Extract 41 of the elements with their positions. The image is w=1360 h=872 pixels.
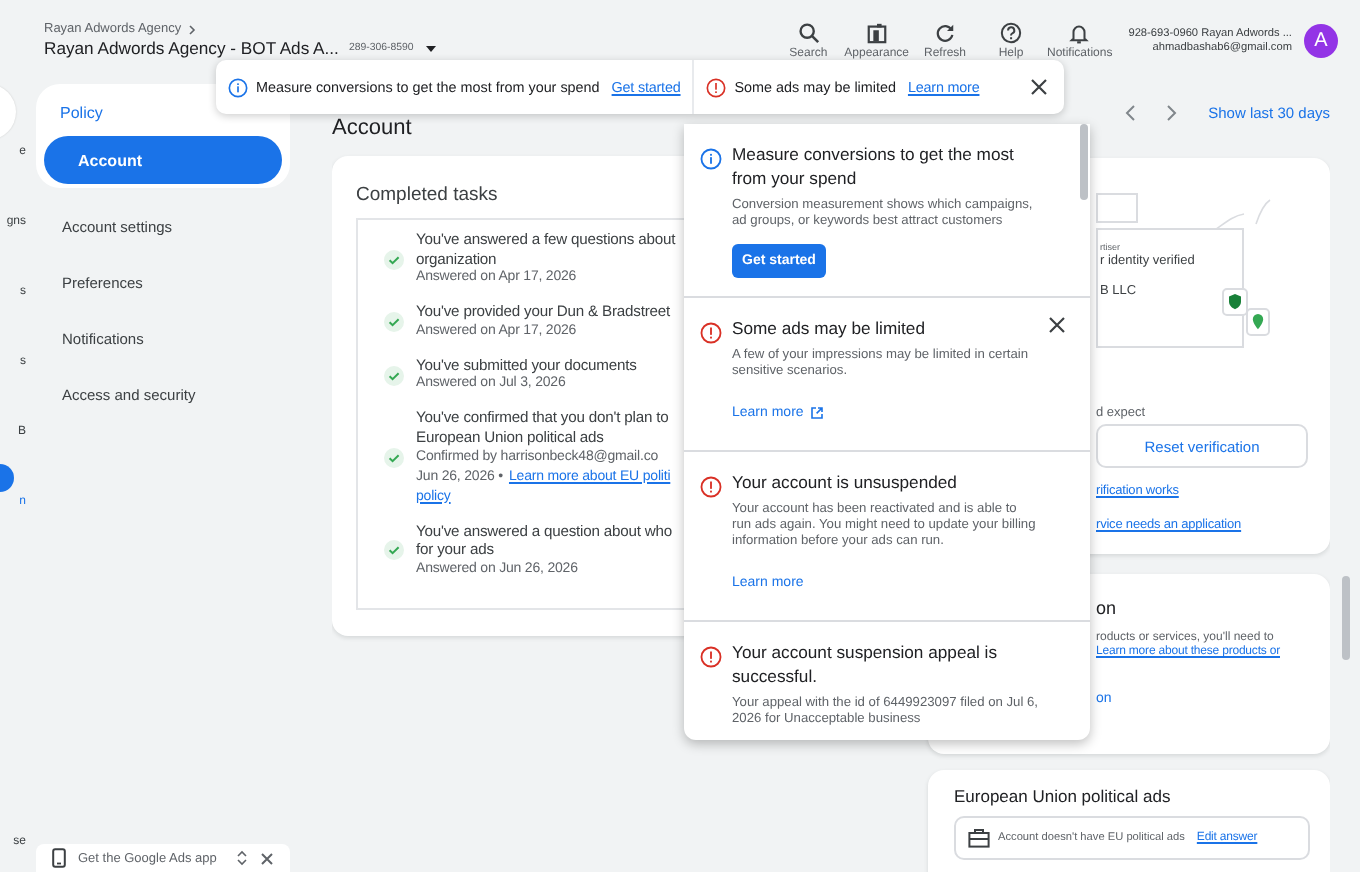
notification-title: Some ads may be limited (732, 315, 927, 340)
close-icon[interactable] (260, 851, 274, 865)
section-heading: Policy (60, 103, 103, 121)
notification-title: Your account suspension appeal is successful. (732, 639, 1000, 688)
card-title: European Union political ads (954, 786, 1173, 806)
refresh-icon (934, 21, 957, 43)
check-icon (384, 311, 404, 332)
notification-title: Your account is unsuspended (732, 469, 959, 494)
notification-title: Measure conversions to get the most from your spend (732, 142, 1016, 190)
avatar-button[interactable]: A (1304, 23, 1338, 57)
check-icon (384, 540, 404, 561)
card-title: Completed tasks (356, 184, 500, 206)
warning-icon (700, 321, 722, 344)
info-icon (700, 148, 722, 170)
page-title: Account (332, 116, 412, 142)
dropdown-icon[interactable] (423, 43, 438, 53)
close-icon[interactable] (1030, 78, 1048, 96)
help-icon (1000, 21, 1023, 43)
warning-icon (700, 645, 722, 668)
warning-icon (700, 475, 722, 498)
phone-icon (52, 848, 66, 868)
scrollbar[interactable] (1080, 124, 1088, 200)
account-name[interactable]: Rayan Adwords Agency - BOT Ads A... (44, 38, 339, 58)
scrollbar[interactable] (1341, 576, 1349, 660)
chevron-right-icon (185, 23, 198, 35)
check-icon (384, 249, 404, 270)
bell-icon (1068, 21, 1091, 43)
check-icon (384, 365, 404, 386)
external-link-icon (809, 405, 824, 420)
briefcase-icon (968, 828, 990, 848)
expand-collapse-icon[interactable] (236, 850, 248, 866)
nav-item[interactable]: Account (44, 136, 282, 184)
check-icon (384, 447, 404, 468)
card-title: on (1096, 598, 1117, 618)
info-icon (228, 77, 248, 97)
search-icon (797, 21, 820, 43)
chevron-left-icon[interactable] (1124, 104, 1137, 122)
chevron-right-icon[interactable] (1166, 104, 1179, 122)
close-icon[interactable] (1048, 315, 1066, 334)
warning-icon (706, 77, 727, 97)
panel-icon (865, 21, 888, 43)
